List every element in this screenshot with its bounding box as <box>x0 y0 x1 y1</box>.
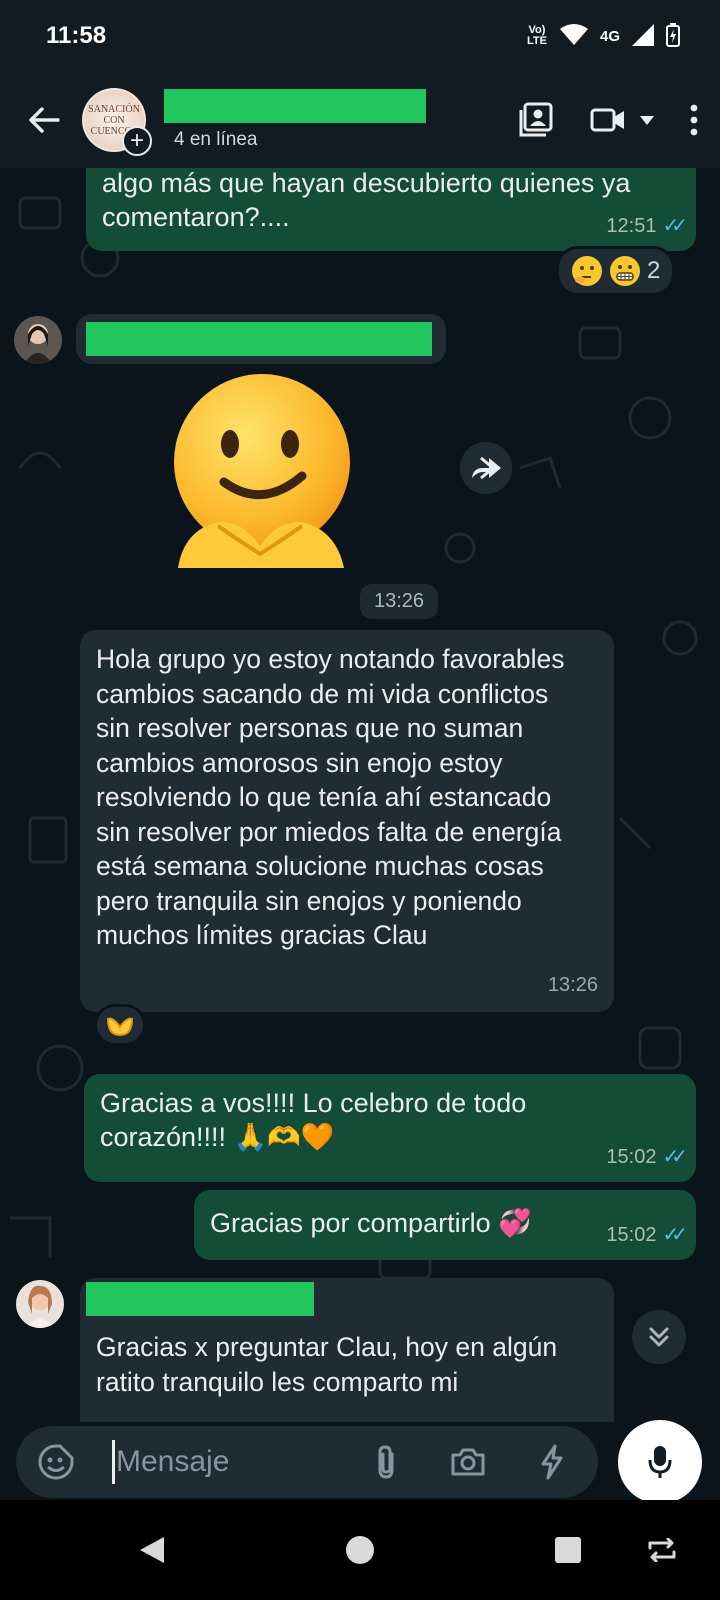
message-input-pill[interactable] <box>16 1426 598 1498</box>
chat-area[interactable]: algo más que hayan descubierto quienes y… <box>0 168 720 1422</box>
message-input[interactable] <box>116 1440 346 1484</box>
camera-button[interactable] <box>448 1442 488 1482</box>
reaction-count: 2 <box>647 257 661 284</box>
online-count: 4 en línea <box>174 129 258 150</box>
message-composer <box>0 1420 720 1504</box>
message-time: 15:02 <box>606 1146 657 1168</box>
sticker-icon <box>38 1444 74 1480</box>
message-reactions[interactable]: 2 <box>556 246 676 296</box>
message-time: 15:02 <box>606 1224 657 1246</box>
text-caret <box>112 1440 115 1484</box>
grimacing-face-icon <box>610 256 640 286</box>
contact-card-icon <box>519 102 553 137</box>
contact-card-button[interactable] <box>518 102 554 138</box>
attach-button[interactable] <box>366 1442 406 1482</box>
wifi-icon <box>559 23 588 49</box>
message-text: Gracias a vos!!!! Lo celebro de todo cor… <box>100 1088 527 1152</box>
sticker-message[interactable] <box>164 370 360 570</box>
nav-recents-button[interactable] <box>548 1530 588 1570</box>
message-outgoing[interactable]: Gracias por compartirlo 💞 15:02 ✓✓ <box>194 1190 696 1260</box>
signal-icon <box>632 23 654 49</box>
lightning-icon <box>541 1444 563 1480</box>
double-check-icon: ✓✓ <box>662 1146 687 1168</box>
chat-header: SANACIÓN CON CUENCOS + 4 en línea <box>0 72 720 168</box>
status-time: 11:58 <box>46 22 107 49</box>
status-icons: Vo) LTE 4G <box>526 22 680 50</box>
group-avatar[interactable]: SANACIÓN CON CUENCOS + <box>82 88 152 156</box>
message-text: Hola grupo yo estoy notando favorables c… <box>96 644 565 950</box>
sender-avatar[interactable] <box>16 1280 64 1328</box>
status-bar: 11:58 Vo) LTE 4G <box>0 0 720 72</box>
paperclip-icon <box>378 1445 394 1479</box>
rotate-button[interactable] <box>642 1530 682 1570</box>
thinking-face-icon <box>572 256 602 286</box>
forward-button[interactable] <box>460 442 512 494</box>
camera-icon <box>451 1448 485 1476</box>
message-incoming[interactable]: Hola grupo yo estoy notando favorables c… <box>80 630 614 1012</box>
message-outgoing[interactable]: Gracias a vos!!!! Lo celebro de todo cor… <box>84 1074 696 1182</box>
group-name-redacted <box>164 89 426 123</box>
nav-back-button[interactable] <box>132 1530 172 1570</box>
double-chevron-down-icon <box>649 1327 669 1347</box>
triangle-back-icon <box>140 1537 164 1563</box>
forward-icon <box>472 456 501 480</box>
emoji-sticker-button[interactable] <box>36 1442 76 1482</box>
circle-home-icon <box>346 1536 374 1564</box>
sender-avatar[interactable] <box>14 316 62 364</box>
message-text: Gracias por compartirlo 💞 <box>210 1208 532 1238</box>
nav-home-button[interactable] <box>340 1530 380 1570</box>
sender-name-redacted <box>86 1282 314 1316</box>
message-text: Gracias x preguntar Clau, hoy en algún r… <box>96 1332 558 1397</box>
chevron-down-icon <box>640 115 654 125</box>
message-outgoing[interactable]: algo más que hayan descubierto quienes y… <box>86 168 696 251</box>
voice-message-button[interactable] <box>618 1420 702 1504</box>
more-vertical-icon <box>690 104 698 136</box>
add-icon: + <box>122 126 152 156</box>
network-type: 4G <box>599 27 620 45</box>
double-check-icon: ✓✓ <box>662 1224 687 1246</box>
more-options-button[interactable] <box>690 104 698 136</box>
hugging-smile-sticker-icon <box>174 374 350 568</box>
video-call-button[interactable] <box>590 107 654 133</box>
back-button[interactable] <box>14 90 74 150</box>
volte-icon: Vo) LTE <box>527 24 547 47</box>
chat-title-block[interactable]: 4 en línea <box>164 89 426 151</box>
sticker-time: 13:26 <box>360 584 439 619</box>
sender-name-redacted <box>86 322 432 356</box>
square-recents-icon <box>555 1537 581 1563</box>
message-time: 13:26 <box>547 973 598 996</box>
quick-reply-button[interactable] <box>532 1442 572 1482</box>
battery-icon <box>666 22 680 50</box>
message-time: 12:51 <box>606 215 657 237</box>
message-meta: 13:26 <box>548 968 598 1003</box>
double-check-icon: ✓✓ <box>662 215 687 237</box>
heart-hands-icon <box>106 1017 134 1037</box>
message-reaction[interactable] <box>94 1004 146 1046</box>
message-meta: 15:02 ✓✓ <box>606 1218 687 1252</box>
message-incoming[interactable]: Gracias x preguntar Clau, hoy en algún r… <box>80 1278 614 1422</box>
sender-name-bubble <box>76 314 446 364</box>
arrow-left-icon <box>29 107 60 133</box>
message-meta: 15:02 ✓✓ <box>606 1140 687 1174</box>
message-text: algo más que hayan descubierto quienes y… <box>102 168 631 232</box>
navigation-bar <box>0 1500 720 1600</box>
video-camera-icon <box>590 108 624 132</box>
message-meta: 12:51 ✓✓ <box>606 209 687 243</box>
scroll-down-button[interactable] <box>632 1310 686 1364</box>
microphone-icon <box>648 1446 672 1478</box>
rotate-icon <box>648 1538 676 1562</box>
